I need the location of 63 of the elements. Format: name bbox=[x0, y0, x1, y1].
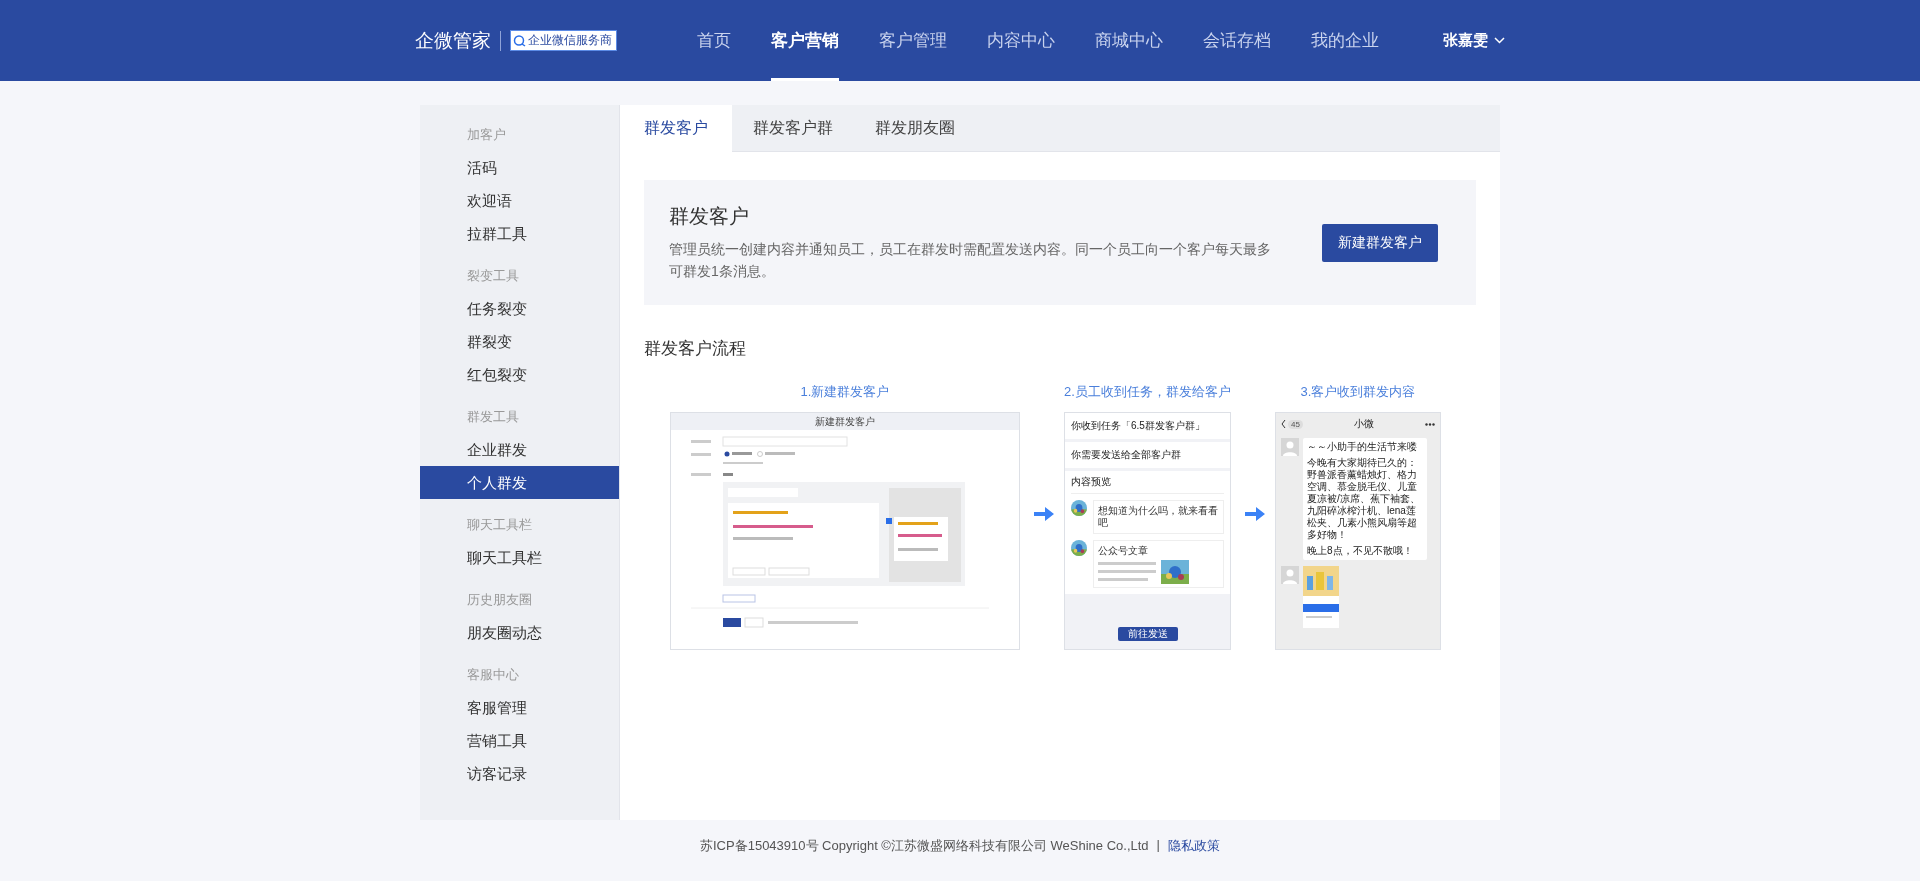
sidebar-item[interactable]: 聊天工具栏 bbox=[420, 541, 619, 574]
screen-title: 新建群发客户 bbox=[815, 414, 875, 429]
step-label: 2.员工收到任务，群发给客户 bbox=[1064, 383, 1231, 401]
copyright-text: 苏ICP备15043910号 Copyright ©江苏微盛网络科技有限公司 WeShine Co.,Ltd bbox=[700, 837, 1149, 855]
preview-label: 内容预览 bbox=[1071, 475, 1224, 494]
sidebar-group-title: 裂变工具 bbox=[466, 267, 520, 285]
nav-tab[interactable]: 首页 bbox=[697, 0, 731, 81]
sidebar-item[interactable]: 个人群发 bbox=[420, 466, 619, 499]
back-icon bbox=[1281, 420, 1286, 428]
sidebar-item[interactable]: 红包裂变 bbox=[420, 358, 619, 391]
step-label: 3.客户收到群发内容 bbox=[1300, 383, 1416, 401]
sidebar-group-title: 历史朋友圈 bbox=[466, 591, 533, 609]
nav-tab[interactable]: 内容中心 bbox=[987, 0, 1055, 81]
section-title: 群发客户流程 bbox=[644, 338, 747, 360]
sidebar-item[interactable]: 群裂变 bbox=[420, 325, 619, 358]
arrow-icon bbox=[1245, 507, 1265, 521]
nav-tab[interactable]: 商城中心 bbox=[1095, 0, 1163, 81]
sidebar-group-title: 客服中心 bbox=[466, 666, 520, 684]
chat-title: 小微 bbox=[1352, 417, 1375, 431]
sidebar-item[interactable]: 客服管理 bbox=[420, 691, 619, 724]
nav-tab[interactable]: 会话存档 bbox=[1203, 0, 1271, 81]
task-scope: 你需要发送给全部客户群 bbox=[1065, 442, 1230, 468]
article-title: 公众号文章 bbox=[1098, 544, 1149, 558]
logo[interactable]: 企微管家 bbox=[415, 30, 501, 51]
greeting-text: ～～小助手的生活节来喽 bbox=[1307, 441, 1418, 453]
message-text: 今晚有大家期待已久的：野兽派香薰蜡烛灯、格力空调、慕金脱毛仪、儿童夏凉被/凉席、蕉下袖套、九阳碎冰榨汁机、lena莲松夹、几素小熊风扇等超多好物！ bbox=[1307, 457, 1421, 541]
avatar-icon bbox=[1281, 566, 1299, 584]
tab[interactable]: 群发客户群 bbox=[732, 105, 854, 151]
sidebar-group-title: 聊天工具栏 bbox=[466, 516, 533, 534]
closing-text: 晚上8点，不见不散哦！ bbox=[1307, 545, 1414, 557]
send-button[interactable]: 前往发送 bbox=[1117, 627, 1178, 641]
message-text: 想知道为什么吗，就来看看吧 bbox=[1093, 500, 1224, 534]
sidebar-item[interactable]: 任务裂变 bbox=[420, 292, 619, 325]
sidebar-item[interactable]: 拉群工具 bbox=[420, 217, 619, 250]
more-icon bbox=[1425, 422, 1435, 426]
create-button[interactable]: 新建群发客户 bbox=[1322, 223, 1438, 262]
task-title: 你收到任务「6.5群发客户群」 bbox=[1065, 413, 1230, 439]
nav-tab[interactable]: 客户管理 bbox=[879, 0, 947, 81]
privacy-link[interactable]: 隐私政策 bbox=[1168, 837, 1220, 855]
poster-drawing bbox=[1303, 566, 1339, 628]
service-badge: 企业微信服务商 bbox=[510, 30, 617, 51]
summary-lines-drawing bbox=[1098, 560, 1158, 584]
sidebar-item[interactable]: 企业群发 bbox=[420, 433, 619, 466]
sidebar-group-title: 群发工具 bbox=[466, 408, 520, 426]
nav-tab[interactable]: 客户营销 bbox=[771, 0, 839, 81]
sidebar-group-title: 加客户 bbox=[466, 126, 507, 144]
sidebar-item[interactable]: 欢迎语 bbox=[420, 184, 619, 217]
caret-icon bbox=[1494, 37, 1505, 44]
user-menu[interactable]: 张嘉雯 bbox=[1443, 31, 1505, 50]
separator: | bbox=[1156, 837, 1160, 854]
arrow-icon bbox=[1034, 507, 1054, 521]
step-label: 1.新建群发客户 bbox=[800, 383, 890, 401]
tab[interactable]: 群发客户 bbox=[620, 105, 732, 152]
sidebar-item[interactable]: 活码 bbox=[420, 151, 619, 184]
sidebar-item[interactable]: 访客记录 bbox=[420, 757, 619, 790]
nav-tab[interactable]: 我的企业 bbox=[1311, 0, 1379, 81]
intro-description: 管理员统一创建内容并通知员工，员工在群发时需配置发送内容。同一个员工向一个客户每天最多可群发1条消息。 bbox=[669, 240, 1272, 281]
avatar-icon bbox=[1281, 438, 1299, 456]
intro-title: 群发客户 bbox=[669, 204, 750, 229]
sidebar-item[interactable]: 营销工具 bbox=[420, 724, 619, 757]
unread-count: 45 bbox=[1288, 419, 1303, 429]
sidebar-item[interactable]: 朋友圈动态 bbox=[420, 616, 619, 649]
tab[interactable]: 群发朋友圈 bbox=[854, 105, 976, 151]
